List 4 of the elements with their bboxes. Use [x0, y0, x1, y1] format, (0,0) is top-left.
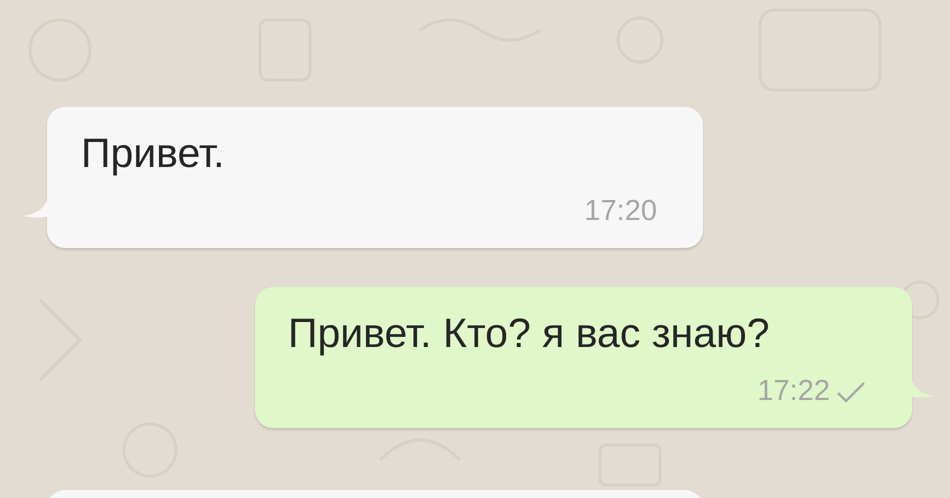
- message-time: 17:20: [584, 195, 657, 228]
- message-time: 17:22: [757, 375, 830, 408]
- message-text: Привет. Кто? я вас знаю?: [288, 309, 770, 358]
- message-text: Привет.: [81, 129, 225, 178]
